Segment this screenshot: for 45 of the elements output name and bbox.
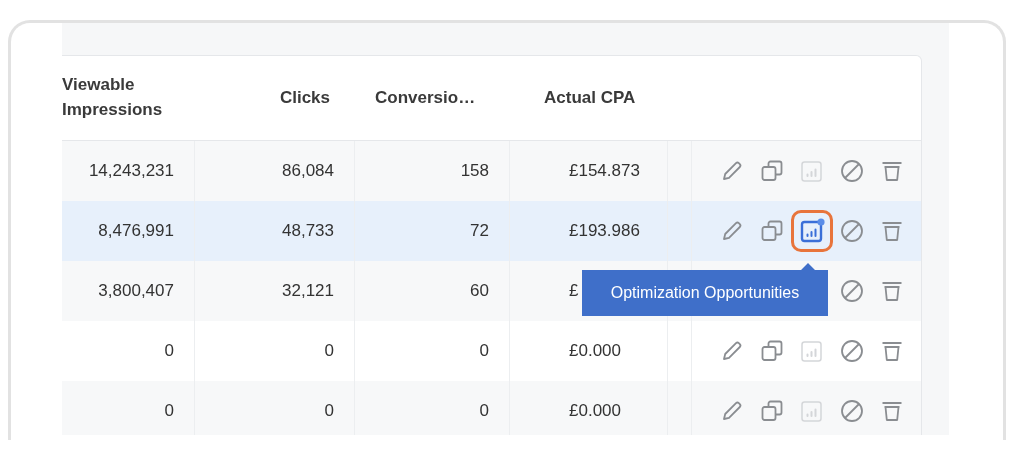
column-header[interactable]: Clicks	[279, 85, 330, 111]
table-cell: 8,476,991	[98, 221, 174, 241]
table-cell: 0	[479, 341, 489, 361]
trash-icon[interactable]	[880, 279, 904, 303]
pencil-icon[interactable]	[720, 399, 744, 423]
table-cell: 158	[460, 161, 489, 181]
trash-icon[interactable]	[880, 399, 904, 423]
table-cell: 32,121	[282, 281, 334, 301]
copy-icon[interactable]	[760, 159, 784, 183]
table-row[interactable]: 0 0 0 £0.000	[62, 381, 921, 435]
pencil-icon[interactable]	[720, 159, 744, 183]
table-cell: 0	[164, 401, 174, 421]
table-cell: 60	[470, 281, 489, 301]
column-header[interactable]: Viewable Impressions	[62, 73, 195, 123]
table-row[interactable]: 14,243,231 86,084 158 £154.873	[62, 141, 921, 201]
trash-icon[interactable]	[880, 159, 904, 183]
table-cell: 0	[164, 341, 174, 361]
block-icon[interactable]	[840, 159, 864, 183]
table-cell-text: £0.000	[569, 401, 622, 421]
table-cell: 0	[479, 401, 489, 421]
block-icon[interactable]	[840, 279, 864, 303]
block-icon[interactable]	[840, 219, 864, 243]
column-header[interactable]: Conversio…	[375, 85, 476, 111]
copy-icon[interactable]	[760, 219, 784, 243]
bar-chart-icon[interactable]	[799, 218, 825, 244]
column-header[interactable]: Actual CPA	[544, 85, 636, 111]
table-cell: 3,800,407	[98, 281, 174, 301]
pencil-icon[interactable]	[720, 339, 744, 363]
trash-icon[interactable]	[880, 339, 904, 363]
copy-icon[interactable]	[760, 339, 784, 363]
table-cell: 72	[470, 221, 489, 241]
copy-icon[interactable]	[760, 399, 784, 423]
trash-icon[interactable]	[880, 219, 904, 243]
block-icon[interactable]	[840, 339, 864, 363]
table-cell: 86,084	[282, 161, 334, 181]
table-cell: 0	[324, 401, 334, 421]
table-cell: 48,733	[282, 221, 334, 241]
table-cell-text: £0.000	[569, 341, 622, 361]
pencil-icon[interactable]	[720, 219, 744, 243]
table-cell: 0	[324, 341, 334, 361]
table-cell-text: £154.873	[569, 161, 641, 181]
table-cell: 14,243,231	[88, 161, 174, 181]
table-cell-text: £193.986	[569, 221, 641, 241]
block-icon[interactable]	[840, 399, 864, 423]
table-row[interactable]: 8,476,991 48,733 72 £193.986	[62, 201, 921, 261]
